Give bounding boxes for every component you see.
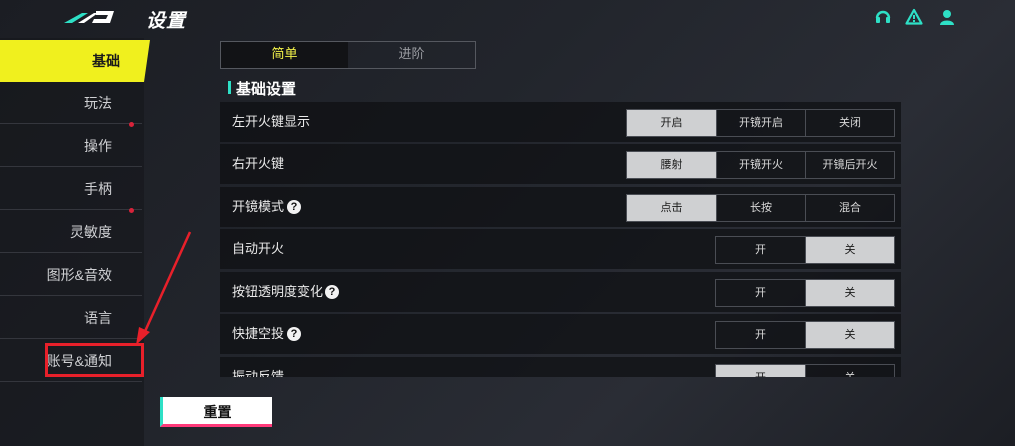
- sidebar-item-label: 玩法: [84, 95, 112, 111]
- option-button[interactable]: 关闭: [805, 110, 894, 136]
- setting-row-vibration: 振动反馈 开 关: [220, 357, 901, 377]
- option-group: 开 关: [715, 321, 895, 349]
- notification-dot: [129, 122, 134, 127]
- section-accent-bar: [228, 81, 231, 94]
- option-button[interactable]: 开启: [627, 110, 716, 136]
- setting-label: 按钮透明度变化: [232, 284, 324, 299]
- option-button[interactable]: 开镜开火: [716, 152, 805, 178]
- help-icon[interactable]: ?: [287, 327, 301, 341]
- warning-icon[interactable]: [905, 8, 923, 26]
- tab-advanced[interactable]: 进阶: [348, 42, 475, 68]
- sidebar-item-gameplay[interactable]: 玩法: [0, 82, 142, 124]
- annotation-highlight-box: [45, 343, 144, 377]
- sidebar: 基础 玩法 操作 手柄 灵敏度 图形&音效 语言 账号&通知: [0, 38, 150, 446]
- option-group: 开 关: [715, 364, 895, 377]
- option-button[interactable]: 开镜开启: [716, 110, 805, 136]
- setting-row-scope-mode: 开镜模式 ? 点击 长按 混合: [220, 187, 901, 227]
- option-group: 开 关: [715, 279, 895, 307]
- sidebar-item-label: 灵敏度: [70, 224, 112, 240]
- setting-label: 左开火键显示: [232, 114, 311, 129]
- sidebar-item-gamepad[interactable]: 手柄: [0, 168, 142, 210]
- option-button[interactable]: 开镜后开火: [805, 152, 894, 178]
- sidebar-item-label: 图形&音效: [46, 267, 112, 283]
- settings-list[interactable]: 左开火键显示 开启 开镜开启 关闭 右开火键 腰射 开镜开火 开镜后开火 开镜模…: [220, 102, 901, 377]
- option-button[interactable]: 关: [805, 365, 894, 377]
- tab-simple[interactable]: 简单: [221, 42, 348, 68]
- sidebar-item-label: 操作: [84, 138, 112, 154]
- setting-row-right-fire: 右开火键 腰射 开镜开火 开镜后开火: [220, 144, 901, 184]
- option-group: 开 关: [715, 236, 895, 264]
- setting-row-button-opacity: 按钮透明度变化 ? 开 关: [220, 272, 901, 312]
- help-icon[interactable]: ?: [287, 200, 301, 214]
- game-logo: [64, 11, 114, 23]
- sidebar-item-label: 语言: [84, 310, 112, 326]
- help-icon[interactable]: ?: [325, 285, 339, 299]
- setting-row-quick-airdrop: 快捷空投 ? 开 关: [220, 314, 901, 354]
- option-button[interactable]: 开: [716, 237, 805, 263]
- top-bar: 设置: [0, 0, 1015, 36]
- sidebar-item-label: 手柄: [84, 181, 112, 197]
- setting-label: 右开火键: [232, 156, 285, 171]
- option-button[interactable]: 混合: [805, 195, 894, 221]
- notification-dot: [129, 208, 134, 213]
- option-button[interactable]: 点击: [627, 195, 716, 221]
- option-button[interactable]: 关: [805, 237, 894, 263]
- sidebar-item-language[interactable]: 语言: [0, 297, 142, 339]
- setting-label: 振动反馈: [232, 369, 285, 377]
- option-button[interactable]: 开: [716, 322, 805, 348]
- option-button[interactable]: 开: [716, 365, 805, 377]
- reset-button[interactable]: 重置: [160, 397, 272, 427]
- sidebar-item-controls[interactable]: 操作: [0, 122, 142, 167]
- headset-icon[interactable]: [874, 8, 892, 26]
- sidebar-item-basic[interactable]: 基础: [0, 40, 150, 82]
- mode-tabs: 简单 进阶: [220, 41, 476, 69]
- setting-label: 自动开火: [232, 241, 285, 256]
- option-group: 腰射 开镜开火 开镜后开火: [626, 151, 895, 179]
- sidebar-item-sensitivity[interactable]: 灵敏度: [0, 208, 142, 253]
- user-icon[interactable]: [938, 8, 956, 26]
- option-button[interactable]: 开: [716, 280, 805, 306]
- sidebar-item-label: 基础: [92, 53, 120, 69]
- option-button[interactable]: 腰射: [627, 152, 716, 178]
- section-title: 基础设置: [236, 81, 297, 98]
- setting-row-auto-fire: 自动开火 开 关: [220, 229, 901, 269]
- page-title: 设置: [146, 11, 187, 32]
- option-button[interactable]: 长按: [716, 195, 805, 221]
- option-group: 点击 长按 混合: [626, 194, 895, 222]
- option-button[interactable]: 关: [805, 280, 894, 306]
- option-button[interactable]: 关: [805, 322, 894, 348]
- setting-row-left-fire-display: 左开火键显示 开启 开镜开启 关闭: [220, 102, 901, 142]
- sidebar-item-graphics-audio[interactable]: 图形&音效: [0, 254, 142, 296]
- setting-label: 快捷空投: [232, 326, 285, 341]
- option-group: 开启 开镜开启 关闭: [626, 109, 895, 137]
- setting-label: 开镜模式: [232, 199, 285, 214]
